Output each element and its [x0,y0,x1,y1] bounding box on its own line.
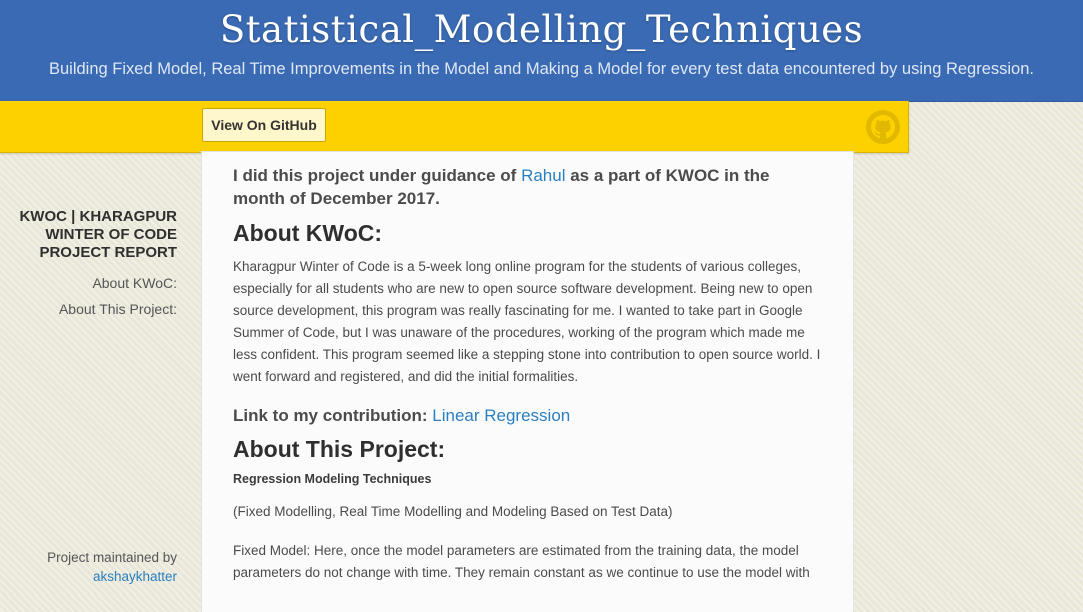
site-header: Statistical_Modelling_Techniques Buildin… [0,0,1083,102]
view-on-github-button[interactable]: View On GitHub [202,108,326,142]
rahul-link[interactable]: Rahul [521,166,565,185]
sidebar-title: KWOC | KHARAGPUR WINTER OF CODE PROJECT … [19,208,177,261]
contribution-line: Link to my contribution: Linear Regressi… [233,404,822,428]
contribution-label: Link to my contribution: [233,406,433,425]
main-content: I did this project under guidance of Rah… [202,152,853,612]
intro-before: I did this project under guidance of [233,166,522,185]
maintainer-link[interactable]: akshaykhatter [0,567,177,586]
maintainer-info: Project maintained by akshaykhatter [0,548,177,586]
sidebar-link-about-kwoc[interactable]: About KWoC: [0,270,177,296]
github-octocat-icon[interactable] [866,110,900,144]
project-subheading: Regression Modeling Techniques [233,472,432,486]
intro-text: I did this project under guidance of Rah… [233,164,822,210]
toolbar [0,101,909,153]
site-subtitle: Building Fixed Model, Real Time Improvem… [48,60,1034,78]
github-octocat-icon-glyph [871,115,895,139]
sidebar-link-about-project[interactable]: About This Project: [0,296,177,322]
fixed-model-paragraph: Fixed Model: Here, once the model parame… [233,543,810,580]
about-kwoc-heading: About KWoC: [233,220,383,246]
linear-regression-link[interactable]: Linear Regression [432,406,570,425]
maintained-by-label: Project maintained by [47,550,177,565]
about-kwoc-paragraph: Kharagpur Winter of Code is a 5-week lon… [233,259,821,384]
site-title: Statistical_Modelling_Techniques [219,8,864,51]
about-project-heading: About This Project: [233,436,446,462]
sidebar: KWOC | KHARAGPUR WINTER OF CODE PROJECT … [0,208,177,322]
project-types: (Fixed Modelling, Real Time Modelling an… [233,504,673,519]
